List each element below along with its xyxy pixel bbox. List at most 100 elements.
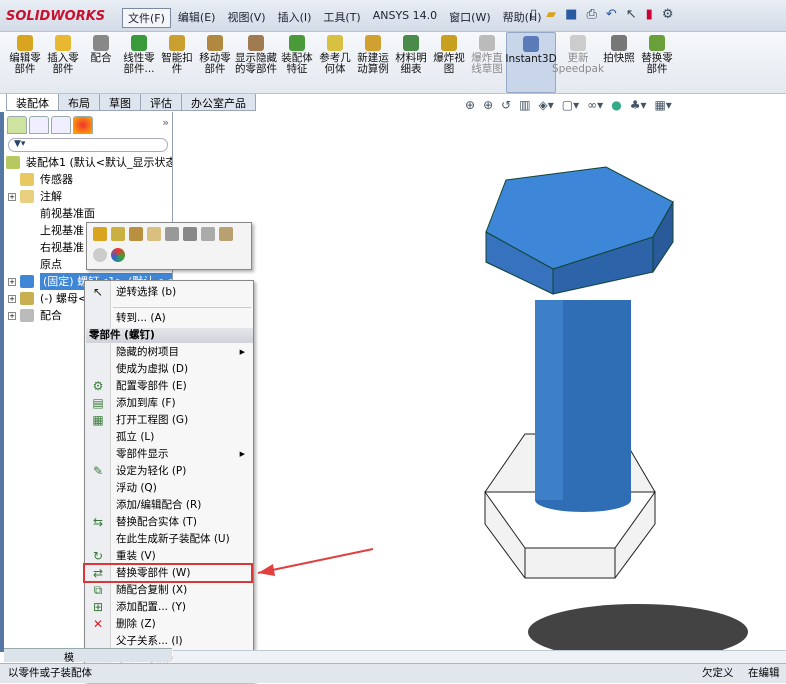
menu-item[interactable]: 零部件显示 ▶ bbox=[85, 446, 253, 463]
smart-mate-icon[interactable] bbox=[201, 227, 215, 241]
tree-item[interactable]: + 注解 bbox=[4, 188, 172, 205]
ribbon-button[interactable]: 编辑零部件 bbox=[6, 32, 44, 93]
hide-icon[interactable] bbox=[129, 227, 143, 241]
menu-item[interactable]: ✕ 删除 (Z) bbox=[85, 616, 253, 633]
appearance-tab-icon[interactable] bbox=[73, 116, 93, 134]
tab[interactable]: 布局 bbox=[58, 94, 100, 111]
view-settings-icon[interactable]: ▦▾ bbox=[654, 98, 671, 112]
reverse-selection-item[interactable]: ↖ 逆转选择 (b) bbox=[85, 284, 253, 301]
tree-filter[interactable]: ▼▾ bbox=[8, 138, 168, 152]
new-file-icon[interactable]: ▯ bbox=[530, 7, 537, 22]
menu-bar: 文件(F) 编辑(E) 视图(V) 插入(I) 工具(T) ANSYS 14.0 窗口(W)… bbox=[122, 8, 546, 28]
ribbon-icon bbox=[441, 35, 457, 51]
tree-item[interactable]: 传感器 bbox=[4, 171, 172, 188]
properties-icon[interactable] bbox=[219, 227, 233, 241]
library-icon: ▤ bbox=[92, 396, 104, 410]
open-part-icon[interactable] bbox=[93, 227, 107, 241]
ribbon-button[interactable]: 移动零部件 bbox=[196, 32, 234, 93]
horizontal-scrollbar[interactable] bbox=[173, 650, 786, 663]
menu-item[interactable]: 窗口(W) bbox=[444, 8, 495, 28]
menu-item[interactable]: ⇆ 替换配合实体 (T) bbox=[85, 514, 253, 531]
expand-icon[interactable]: + bbox=[8, 278, 16, 286]
ribbon-button[interactable]: 爆炸视图 bbox=[430, 32, 468, 93]
menu-item[interactable]: ⧉ 随配合复制 (X) bbox=[85, 582, 253, 599]
tree-item[interactable]: 前视基准面 bbox=[4, 205, 172, 222]
save-icon[interactable]: ■ bbox=[565, 7, 577, 22]
menu-item[interactable]: 视图(V) bbox=[222, 8, 270, 28]
ribbon-button[interactable]: 替换零部件 bbox=[638, 32, 676, 93]
print-icon[interactable]: ⎙ bbox=[586, 7, 596, 22]
tree-item[interactable]: 装配体1 (默认<默认_显示状态- bbox=[4, 154, 172, 171]
expand-icon[interactable]: + bbox=[8, 193, 16, 201]
ribbon-button[interactable]: 爆炸直线草图 bbox=[468, 32, 506, 93]
expand-icon[interactable]: » bbox=[162, 116, 169, 132]
menu-item[interactable]: 工具(T) bbox=[318, 8, 365, 28]
menu-item[interactable]: ⊞ 添加配置... (Y) bbox=[85, 599, 253, 616]
property-manager-tab-icon[interactable] bbox=[29, 116, 49, 134]
zoom-selection-icon[interactable] bbox=[93, 248, 107, 262]
menu-item[interactable]: 孤立 (L) bbox=[85, 429, 253, 446]
ribbon-label: 参考几何体 bbox=[319, 52, 351, 75]
menu-item[interactable]: 浮动 (Q) bbox=[85, 480, 253, 497]
appearance-dropdown-icon[interactable] bbox=[111, 248, 125, 262]
ribbon-button[interactable]: 线性零部件... bbox=[120, 32, 158, 93]
goto-item[interactable]: 转到... (A) bbox=[85, 310, 253, 327]
expand-icon[interactable]: + bbox=[8, 295, 16, 303]
menu-item[interactable]: ✎ 设定为轻化 (P) bbox=[85, 463, 253, 480]
ribbon-button[interactable]: Instant3D bbox=[505, 32, 557, 93]
view-orientation-icon[interactable]: ◈▾ bbox=[539, 98, 554, 112]
select-icon[interactable]: ↖ bbox=[626, 7, 637, 22]
hide-show-icon[interactable]: ∞▾ bbox=[587, 98, 603, 112]
options-icon[interactable]: ⚙ bbox=[662, 7, 674, 22]
menu-item[interactable]: ANSYS 14.0 bbox=[368, 8, 442, 28]
ribbon-button[interactable]: 参考几何体 bbox=[316, 32, 354, 93]
ribbon-button[interactable]: 插入零部件 bbox=[44, 32, 82, 93]
select-icon: ↖ bbox=[92, 285, 104, 299]
ribbon-button[interactable]: 显示隐藏的零部件 bbox=[234, 32, 278, 93]
menu-item[interactable]: ⚙ 配置零部件 (E) bbox=[85, 378, 253, 395]
ribbon-button[interactable]: 配合 bbox=[82, 32, 120, 93]
menu-item[interactable]: 插入(I) bbox=[273, 8, 317, 28]
menu-item[interactable]: 隐藏的树项目 ▶ bbox=[85, 344, 253, 361]
zoom-area-icon[interactable]: ⊕ bbox=[483, 98, 493, 112]
rebuild-icon[interactable]: ▮ bbox=[646, 7, 653, 22]
tab[interactable]: 办公室产品 bbox=[181, 94, 256, 111]
zoom-fit-icon[interactable]: ⊕ bbox=[465, 98, 475, 112]
scene-icon[interactable]: ♣▾ bbox=[630, 98, 647, 112]
ribbon-button[interactable]: 拍快照 bbox=[600, 32, 638, 93]
menu-item[interactable]: 编辑(E) bbox=[173, 8, 221, 28]
menu-item[interactable]: 使成为虚拟 (D) bbox=[85, 361, 253, 378]
menu-item[interactable]: 在此生成新子装配体 (U) bbox=[85, 531, 253, 548]
tab[interactable]: 评估 bbox=[140, 94, 182, 111]
tree-item-label: 传感器 bbox=[40, 173, 73, 186]
tree-node-icon bbox=[6, 156, 20, 169]
show-icon[interactable] bbox=[147, 227, 161, 241]
undo-icon[interactable]: ↶ bbox=[606, 7, 617, 22]
configure-icon: ⚙ bbox=[92, 379, 104, 393]
open-icon[interactable]: ▰ bbox=[546, 7, 556, 22]
ribbon-button[interactable]: 新建运动算例 bbox=[354, 32, 392, 93]
configuration-tab-icon[interactable] bbox=[51, 116, 71, 134]
tab[interactable]: 草图 bbox=[99, 94, 141, 111]
appearance-icon[interactable]: ● bbox=[611, 98, 621, 112]
menu-item-label: 随配合复制 (X) bbox=[116, 584, 188, 596]
graphics-area[interactable] bbox=[173, 112, 786, 650]
previous-view-icon[interactable]: ↺ bbox=[501, 98, 511, 112]
tab[interactable]: 装配体 bbox=[6, 94, 59, 111]
menu-item[interactable]: 文件(F) bbox=[122, 8, 171, 28]
ribbon-button[interactable]: 更新Speedpak bbox=[552, 32, 604, 93]
ribbon-button[interactable]: 装配体特征 bbox=[278, 32, 316, 93]
ribbon-button[interactable]: 智能扣件 bbox=[158, 32, 196, 93]
mate-icon[interactable] bbox=[183, 227, 197, 241]
ribbon-button[interactable]: 材料明细表 bbox=[392, 32, 430, 93]
menu-item[interactable]: ▤ 添加到库 (F) bbox=[85, 395, 253, 412]
tree-item-label: 装配体1 (默认<默认_显示状态- bbox=[26, 156, 172, 169]
menu-item[interactable]: 添加/编辑配合 (R) bbox=[85, 497, 253, 514]
edit-part-icon[interactable] bbox=[111, 227, 125, 241]
feature-tree-tab-icon[interactable] bbox=[7, 116, 27, 134]
tree-item-label: (-) 螺母< bbox=[40, 292, 88, 305]
sort-icon[interactable] bbox=[165, 227, 179, 241]
menu-item[interactable]: ▦ 打开工程图 (G) bbox=[85, 412, 253, 429]
section-view-icon[interactable]: ▥ bbox=[519, 98, 530, 112]
display-style-icon[interactable]: ▢▾ bbox=[562, 98, 579, 112]
